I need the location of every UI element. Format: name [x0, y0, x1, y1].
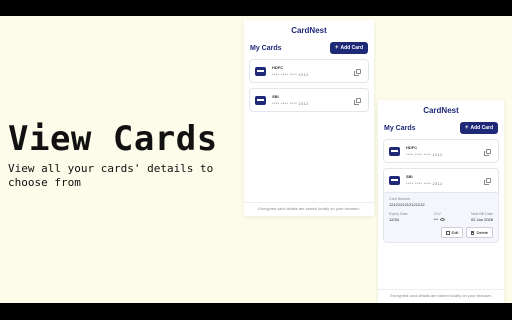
- edit-icon: [445, 230, 450, 235]
- add-card-label: Add Card: [340, 45, 364, 51]
- card-number-label: Card Number: [389, 197, 411, 201]
- bank-card-icon: [389, 146, 400, 156]
- card-bank-name: SBI: [272, 94, 279, 99]
- bank-card-icon: [255, 66, 266, 76]
- delete-label: Delete: [476, 230, 488, 235]
- copy-icon[interactable]: [484, 149, 491, 156]
- card-masked-number: **** **** **** 2312: [272, 101, 309, 106]
- cards-header: My Cards + Add Card: [244, 42, 374, 54]
- section-title: My Cards: [384, 124, 416, 132]
- card-masked-number: **** **** **** 2312: [406, 181, 443, 186]
- copy-icon[interactable]: [484, 178, 491, 185]
- card-bank-name: HDFC: [272, 65, 284, 70]
- cvv-label: CVV: [433, 212, 441, 216]
- card-item[interactable]: HDFC **** **** **** 1212: [383, 139, 499, 163]
- eye-icon[interactable]: [440, 218, 446, 222]
- app-window-detail: CardNest My Cards + Add Card HDFC **** *…: [378, 100, 504, 303]
- add-card-button[interactable]: + Add Card: [329, 42, 368, 54]
- app-window-list: CardNest My Cards + Add Card HDFC **** *…: [244, 20, 374, 216]
- cvv-value: ***: [433, 217, 439, 222]
- plus-icon: +: [464, 124, 469, 131]
- card-item-expanded[interactable]: SBI **** **** **** 2312 Card Number 1212…: [383, 168, 499, 243]
- copy-icon[interactable]: [354, 98, 361, 105]
- bank-card-icon: [255, 95, 266, 105]
- copy-icon[interactable]: [354, 69, 361, 76]
- app-title: CardNest: [291, 26, 327, 35]
- footer-note: Encrypted card details are stored locall…: [244, 202, 374, 216]
- card-details: Card Number 1212121212121212 Expiry Date…: [384, 192, 498, 242]
- card-masked-number: **** **** **** 1212: [272, 72, 309, 77]
- expiry-value: 12/34: [389, 217, 400, 222]
- card-number-value: 1212121212121212: [389, 202, 425, 207]
- edit-label: Edit: [451, 230, 459, 235]
- delete-button[interactable]: Delete: [466, 227, 493, 238]
- card-bank-name: HDFC: [406, 145, 418, 150]
- add-card-label: Add Card: [470, 125, 494, 131]
- card-item[interactable]: HDFC **** **** **** 1212: [249, 59, 369, 83]
- card-masked-number: **** **** **** 1212: [406, 152, 443, 157]
- hero-title: View Cards: [8, 119, 218, 159]
- bill-date-value: 02 Jan 2026: [470, 217, 493, 222]
- promo-stage: View Cards View all your cards' details …: [0, 16, 512, 303]
- section-title: My Cards: [250, 44, 282, 52]
- bank-card-icon: [389, 175, 400, 185]
- cards-header: My Cards + Add Card: [378, 122, 504, 134]
- hero-subtitle: View all your cards' details to choose f…: [8, 162, 214, 189]
- edit-button[interactable]: Edit: [440, 227, 464, 238]
- app-title: CardNest: [423, 106, 459, 115]
- footer-note: Encrypted card details are stored locall…: [378, 289, 504, 303]
- expiry-label: Expiry Date: [389, 212, 408, 216]
- trash-icon: [471, 230, 475, 235]
- add-card-button[interactable]: + Add Card: [459, 122, 498, 134]
- plus-icon: +: [334, 44, 339, 51]
- card-bank-name: SBI: [406, 174, 413, 179]
- card-item[interactable]: SBI **** **** **** 2312: [249, 88, 369, 112]
- bill-date-label: Next Bill Date: [470, 212, 493, 216]
